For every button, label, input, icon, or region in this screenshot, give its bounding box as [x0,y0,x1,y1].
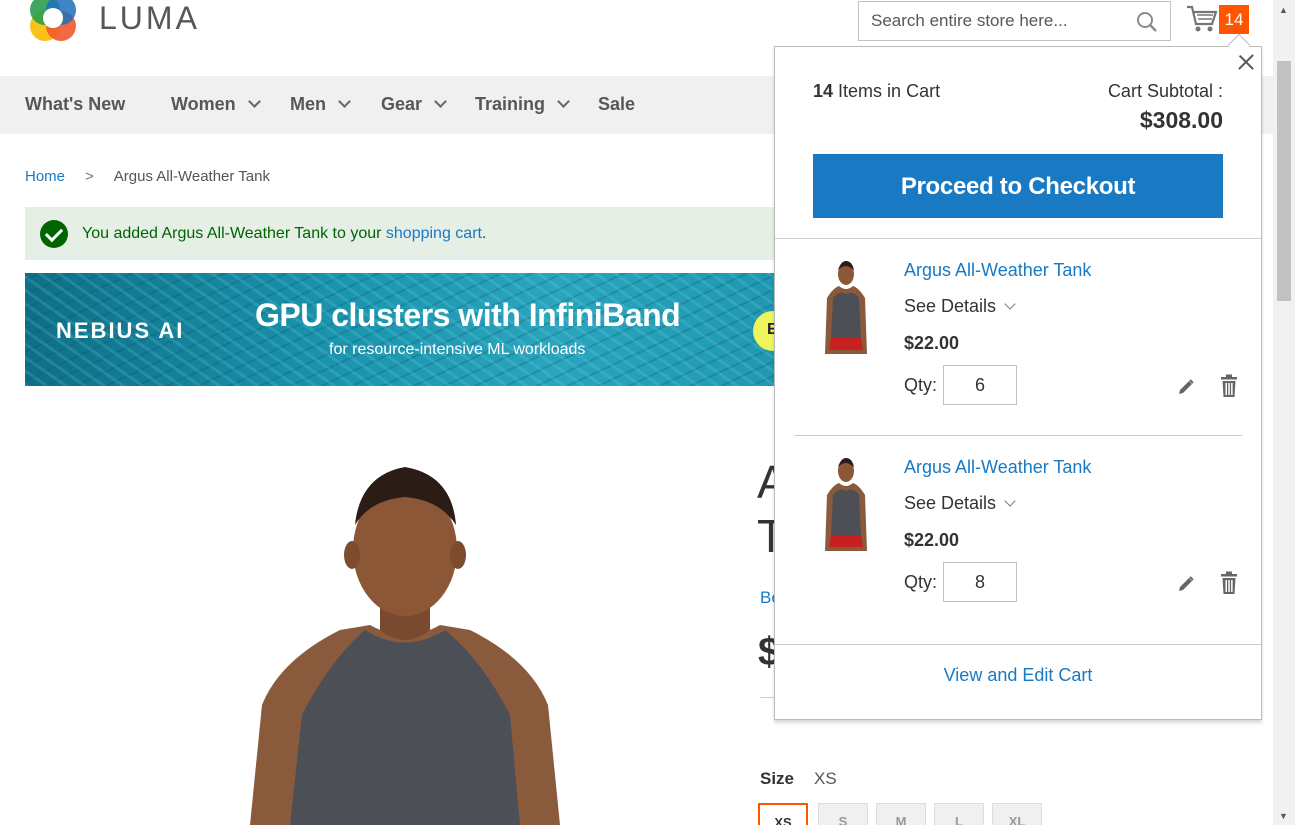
chevron-down-icon [338,95,351,108]
search-input[interactable]: Search entire store here... [858,1,1171,41]
breadcrumb-current: Argus All-Weather Tank [113,168,270,185]
size-swatch-m[interactable]: M [876,803,926,825]
see-details-label: See Details [904,493,997,513]
size-swatch-xl[interactable]: XL [992,803,1042,825]
message-text: You added Argus All-Weather Tank to your… [82,225,486,243]
nav-label: What's New [25,94,126,114]
success-message: You added Argus All-Weather Tank to your… [25,207,785,260]
edit-pencil-icon[interactable] [1177,575,1195,593]
minicart-item-name-link[interactable]: Argus All-Weather Tank [904,457,1091,478]
search-placeholder: Search entire store here... [871,11,1068,30]
luma-logo-icon[interactable] [25,0,81,46]
qty-label: Qty: [904,375,938,395]
breadcrumb-separator-icon: > [85,168,94,185]
message-text-after: . [481,224,487,242]
nav-women[interactable]: Women [171,94,261,115]
message-text-before: You added Argus All-Weather Tank to your [82,224,386,242]
view-and-edit-cart-link[interactable]: View and Edit Cart [775,665,1261,686]
minicart-item-name-link[interactable]: Argus All-Weather Tank [904,260,1091,281]
nav-label: Training [475,94,546,114]
divider [775,644,1261,645]
page: LUMA Search entire store here... 14 What… [0,0,1295,825]
size-label: Size [760,769,795,788]
chevron-down-icon [1004,494,1016,507]
chevron-down-icon [434,95,447,108]
nav-sale[interactable]: Sale [598,94,635,115]
shopping-cart-link[interactable]: shopping cart [386,225,482,242]
product-thumbnail[interactable] [819,455,873,551]
see-details-toggle[interactable]: See Details [904,493,1016,514]
subtotal-label: Cart Subtotal : [1107,81,1223,101]
scroll-up-arrow-icon[interactable]: ▲ [1279,5,1288,15]
breadcrumb-home-link[interactable]: Home [25,168,65,185]
qty-input[interactable]: 6 [943,365,1017,405]
trash-icon[interactable] [1220,374,1238,398]
nav-gear[interactable]: Gear [381,94,447,115]
minicart-dropdown: 14 Items in Cart Cart Subtotal : $308.00… [774,46,1262,720]
ad-banner[interactable]: NEBIUS AI GPU clusters with InfiniBand f… [25,273,785,386]
nav-label: Women [171,94,236,114]
product-thumbnail[interactable] [819,258,873,354]
chevron-down-icon [1004,297,1016,310]
size-swatch-s[interactable]: S [818,803,868,825]
cart-count-label: Items in Cart [838,81,941,101]
edit-pencil-icon[interactable] [1177,378,1195,396]
proceed-to-checkout-button[interactable]: Proceed to Checkout [813,154,1223,218]
minicart-item: Argus All-Weather Tank See Details $22.0… [794,240,1242,436]
qty-label: Qty: [904,572,938,592]
size-swatch-l[interactable]: L [934,803,984,825]
see-details-toggle[interactable]: See Details [904,296,1016,317]
search-icon[interactable] [1136,11,1158,33]
nav-whats-new[interactable]: What's New [25,94,125,115]
checkmark-icon [40,219,68,248]
divider [794,435,1242,436]
breadcrumb: Home > Argus All-Weather Tank [25,168,270,185]
subtotal-value: $308.00 [1139,107,1223,133]
qty-input[interactable]: 8 [943,562,1017,602]
minicart-item-price: $22.00 [904,333,960,353]
ad-subtitle: for resource-intensive ML workloads [329,341,586,358]
product-image[interactable] [220,455,590,825]
cart-count-badge[interactable]: 14 [1219,5,1249,34]
nav-label: Sale [598,94,636,114]
minicart-item-price: $22.00 [904,530,960,550]
see-details-label: See Details [904,296,997,316]
nav-men[interactable]: Men [290,94,351,115]
logo-text[interactable]: LUMA [99,0,200,37]
divider [775,238,1261,239]
minicart-item-count: 14 Items in Cart [813,81,940,102]
scrollbar-thumb[interactable] [1277,61,1291,301]
cart-count-value: 14 [813,81,834,101]
nav-label: Men [290,94,326,114]
size-swatch-xs[interactable]: XS [758,803,808,825]
ad-brand: NEBIUS AI [56,318,185,343]
nav-label: Gear [381,94,423,114]
minicart-item: Argus All-Weather Tank See Details $22.0… [794,437,1242,633]
nav-training[interactable]: Training [475,94,570,115]
trash-icon[interactable] [1220,571,1238,595]
page-scrollbar[interactable]: ▲ ▼ [1273,0,1295,825]
chevron-down-icon [557,95,570,108]
ad-title: GPU clusters with InfiniBand [255,297,681,333]
chevron-down-icon [247,95,261,108]
size-selected-value: XS [814,769,837,788]
shopping-cart-icon[interactable] [1186,4,1218,34]
scroll-down-arrow-icon[interactable]: ▼ [1279,811,1288,821]
